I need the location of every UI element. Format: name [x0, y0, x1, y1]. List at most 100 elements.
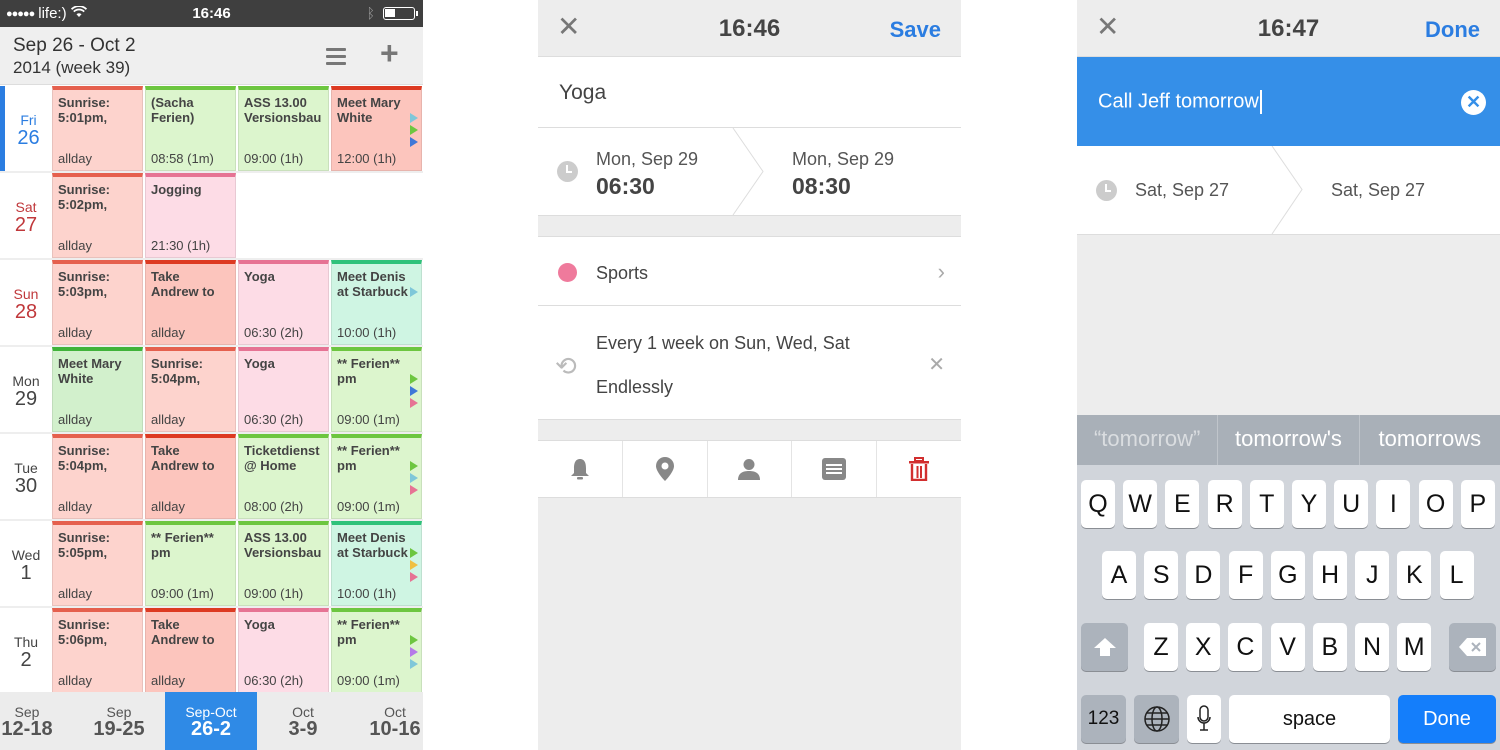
start-datetime[interactable]: Mon, Sep 29 06:30: [538, 128, 733, 216]
globe-key[interactable]: [1134, 695, 1179, 743]
event-card[interactable]: Sunrise: 5:04pm, allday: [52, 434, 143, 519]
key-b[interactable]: B: [1312, 623, 1347, 671]
suggestion-1[interactable]: “tomorrow”: [1077, 415, 1219, 465]
event-card[interactable]: Sunrise: 5:02pm, allday: [52, 173, 143, 258]
day-label[interactable]: Fri 26: [0, 86, 52, 171]
attendees-button[interactable]: [708, 441, 793, 497]
category-row[interactable]: Sports ›: [538, 236, 961, 306]
key-p[interactable]: P: [1460, 480, 1495, 528]
key-t[interactable]: T: [1249, 480, 1284, 528]
end-date[interactable]: Sat, Sep 27: [1331, 180, 1425, 201]
event-card[interactable]: Ticketdienst @ Home 08:00 (2h): [238, 434, 329, 519]
event-card[interactable]: ASS 13.00 Versionsbau 09:00 (1h): [238, 86, 329, 171]
done-button[interactable]: Done: [1425, 17, 1480, 43]
more-events-indicator[interactable]: [410, 374, 420, 408]
key-v[interactable]: V: [1270, 623, 1305, 671]
key-m[interactable]: M: [1397, 623, 1432, 671]
event-card[interactable]: Meet Denis at Starbuck 10:00 (1h): [331, 260, 422, 345]
key-g[interactable]: G: [1270, 551, 1305, 599]
event-card[interactable]: Meet Denis at Starbuck 10:00 (1h): [331, 521, 422, 606]
numbers-key[interactable]: 123: [1081, 695, 1126, 743]
event-card[interactable]: Sunrise: 5:04pm, allday: [145, 347, 236, 432]
key-s[interactable]: S: [1144, 551, 1179, 599]
event-card[interactable]: ASS 13.00 Versionsbau 09:00 (1h): [238, 521, 329, 606]
event-card[interactable]: Take Andrew to allday: [145, 260, 236, 345]
event-title-field[interactable]: Yoga: [538, 57, 961, 128]
key-n[interactable]: N: [1355, 623, 1389, 671]
more-events-indicator[interactable]: [410, 287, 420, 297]
menu-icon[interactable]: [326, 48, 346, 69]
key-e[interactable]: E: [1165, 480, 1200, 528]
start-date[interactable]: Sat, Sep 27: [1135, 180, 1229, 201]
globe-icon: [1143, 706, 1170, 732]
day-label[interactable]: Tue 30: [0, 434, 52, 519]
day-label[interactable]: Sun 28: [0, 260, 52, 345]
delete-button[interactable]: [877, 441, 961, 497]
more-events-indicator[interactable]: [410, 548, 420, 582]
space-key[interactable]: space: [1229, 695, 1390, 743]
more-events-indicator[interactable]: [410, 113, 420, 147]
event-card[interactable]: Jogging 21:30 (1h): [145, 173, 236, 258]
event-card[interactable]: Yoga 06:30 (2h): [238, 608, 329, 693]
key-c[interactable]: C: [1228, 623, 1263, 671]
key-l[interactable]: L: [1439, 551, 1474, 599]
key-o[interactable]: O: [1418, 480, 1453, 528]
event-card[interactable]: Yoga 06:30 (2h): [238, 347, 329, 432]
event-card[interactable]: Meet Mary White allday: [52, 347, 143, 432]
key-d[interactable]: D: [1186, 551, 1221, 599]
event-card[interactable]: Yoga 06:30 (2h): [238, 260, 329, 345]
suggestion-2[interactable]: tomorrow's: [1218, 415, 1360, 465]
backspace-key[interactable]: [1449, 623, 1496, 671]
event-card[interactable]: (Sacha Ferien) 08:58 (1m): [145, 86, 236, 171]
repeat-row[interactable]: ⟲ Every 1 week on Sun, Wed, Sat Endlessl…: [538, 306, 961, 420]
end-datetime[interactable]: Mon, Sep 29 08:30: [768, 128, 961, 216]
location-button[interactable]: [623, 441, 708, 497]
week-tab[interactable]: Oct 10-16: [349, 692, 423, 750]
key-k[interactable]: K: [1397, 551, 1432, 599]
event-card[interactable]: Sunrise: 5:06pm, allday: [52, 608, 143, 693]
day-label[interactable]: Mon 29: [0, 347, 52, 432]
key-x[interactable]: X: [1186, 623, 1221, 671]
event-card[interactable]: Take Andrew to allday: [145, 608, 236, 693]
event-card[interactable]: ** Ferien** pm 09:00 (1m): [145, 521, 236, 606]
key-q[interactable]: Q: [1081, 480, 1115, 528]
save-button[interactable]: Save: [890, 17, 941, 43]
clear-input-icon[interactable]: ✕: [1461, 90, 1486, 115]
event-card[interactable]: Sunrise: 5:01pm, allday: [52, 86, 143, 171]
key-w[interactable]: W: [1123, 480, 1158, 528]
notes-button[interactable]: [792, 441, 878, 497]
week-tab[interactable]: Sep 12-18: [0, 692, 73, 750]
key-u[interactable]: U: [1334, 480, 1369, 528]
event-card[interactable]: Meet Mary White 12:00 (1h): [331, 86, 422, 171]
week-tab[interactable]: Oct 3-9: [257, 692, 349, 750]
key-z[interactable]: Z: [1144, 623, 1178, 671]
reminder-button[interactable]: [538, 441, 623, 497]
event-card[interactable]: Sunrise: 5:05pm, allday: [52, 521, 143, 606]
suggestion-3[interactable]: tomorrows: [1360, 415, 1500, 465]
event-text-input[interactable]: Call Jeff tomorrow ✕: [1077, 57, 1500, 146]
add-event-icon[interactable]: +: [380, 37, 399, 69]
key-r[interactable]: R: [1207, 480, 1242, 528]
event-card[interactable]: Sunrise: 5:03pm, allday: [52, 260, 143, 345]
week-tab[interactable]: Sep 19-25: [73, 692, 165, 750]
more-events-indicator[interactable]: [410, 461, 420, 495]
dictation-key[interactable]: [1187, 695, 1221, 743]
day-label[interactable]: Sat 27: [0, 173, 52, 258]
day-label[interactable]: Wed 1: [0, 521, 52, 606]
event-card[interactable]: ** Ferien** pm 09:00 (1m): [331, 608, 422, 693]
key-h[interactable]: H: [1313, 551, 1347, 599]
event-card[interactable]: ** Ferien** pm 09:00 (1m): [331, 347, 422, 432]
key-a[interactable]: A: [1102, 551, 1136, 599]
key-j[interactable]: J: [1355, 551, 1390, 599]
clear-repeat-icon[interactable]: ✕: [928, 352, 945, 377]
keyboard-done-key[interactable]: Done: [1398, 695, 1496, 743]
key-y[interactable]: Y: [1292, 480, 1326, 528]
week-tab[interactable]: Sep-Oct 26-2: [165, 692, 257, 750]
event-card[interactable]: Take Andrew to allday: [145, 434, 236, 519]
day-label[interactable]: Thu 2: [0, 608, 52, 693]
shift-key[interactable]: [1081, 623, 1128, 671]
more-events-indicator[interactable]: [410, 635, 420, 669]
event-card[interactable]: ** Ferien** pm 09:00 (1m): [331, 434, 422, 519]
key-i[interactable]: I: [1376, 480, 1411, 528]
key-f[interactable]: F: [1228, 551, 1263, 599]
